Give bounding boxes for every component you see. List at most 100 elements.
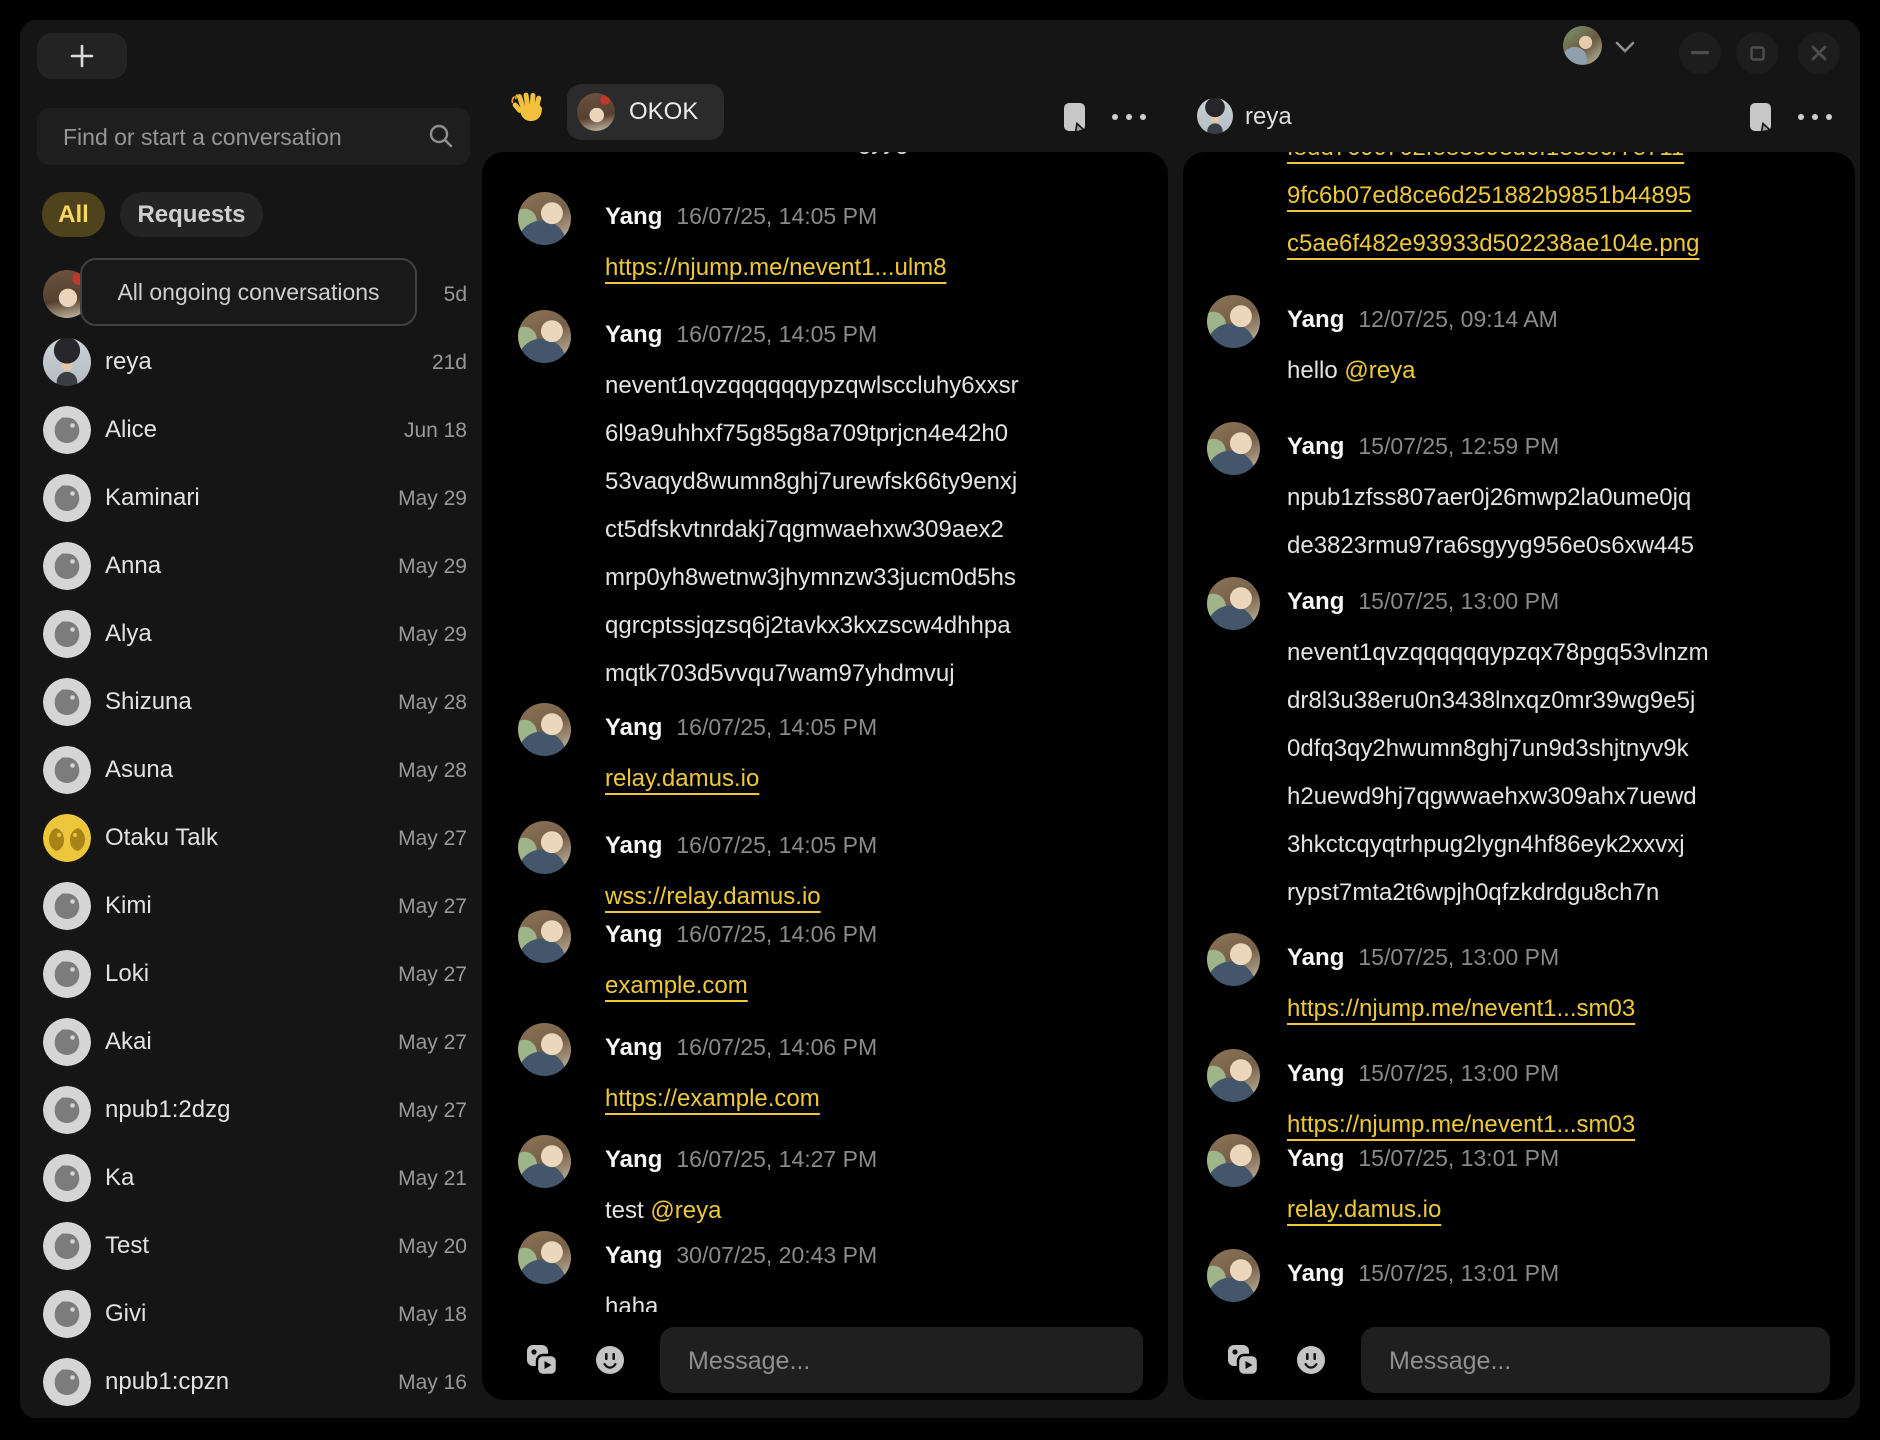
message-text: 3hkctcqyqtrhpug2lygn4hf86eyk2xxvxj [1287, 821, 1835, 869]
conversation-row[interactable]: Akai May 27 [37, 1008, 467, 1076]
conversation-name: Test [105, 1232, 149, 1260]
avatar[interactable] [518, 821, 571, 874]
message-sender: Yang [1287, 306, 1344, 333]
default-avatar-icon [43, 542, 91, 590]
message-link[interactable]: f8dd769c762fe83393d6f13386/7e711 [1287, 152, 1684, 161]
conversation-date: May 27 [398, 895, 467, 919]
avatar[interactable] [1207, 1249, 1260, 1302]
message-text: mqtk703d5vvqu7wam97yhdmvuj [605, 650, 1148, 698]
chat2-title[interactable]: reya [1245, 103, 1292, 131]
chat2-note-icon[interactable] [1749, 102, 1775, 134]
conversation-row[interactable]: Test May 20 [37, 1212, 467, 1280]
conversation-row[interactable]: Alice Jun 18 [37, 396, 467, 464]
avatar[interactable] [518, 1135, 571, 1188]
conversation-row[interactable]: Shizuna May 28 [37, 668, 467, 736]
chat1-contact-chip[interactable]: OKOK [567, 84, 724, 140]
avatar[interactable] [518, 310, 571, 363]
conversation-row[interactable]: Kimi May 27 [37, 872, 467, 940]
message-link[interactable]: https://njump.me/nevent1...sm03 [1287, 995, 1635, 1022]
conversation-row[interactable]: npub1:cpzn May 16 [37, 1348, 467, 1416]
message-text: 0dfq3qy2hwumn8ghj7un9d3shjtnyv9k [1287, 725, 1835, 773]
mention-link[interactable]: @reya [650, 1197, 721, 1224]
chat1-message-list[interactable]: gyyg Yang16/07/25, 14:05 PM https://njum… [482, 152, 1168, 1312]
message-text: nevent1qvzqqqqqqypzqx78pgq53vlnzm [1287, 629, 1835, 677]
chat2-message-input[interactable] [1387, 1327, 1808, 1395]
conversation-row[interactable]: reya 21d [37, 328, 467, 396]
message-text: npub1zfss807aer0j26mwp2la0ume0jq [1287, 474, 1835, 522]
message-link[interactable]: 9fc6b07ed8ce6d251882b9851b44895 [1287, 182, 1691, 209]
conversation-row[interactable]: Givi May 18 [37, 1280, 467, 1348]
default-avatar-icon [43, 678, 91, 726]
emoji-button[interactable] [594, 1344, 626, 1376]
conversation-name: Givi [105, 1300, 146, 1328]
message-link[interactable]: relay.damus.io [605, 765, 759, 792]
message-sender: Yang [1287, 1260, 1344, 1287]
message-sender: Yang [605, 203, 662, 230]
message-link[interactable]: https://njump.me/nevent1...ulm8 [605, 254, 947, 281]
conversation-row[interactable]: Alya May 29 [37, 600, 467, 668]
avatar[interactable] [518, 1023, 571, 1076]
search-icon [427, 122, 455, 150]
conversation-row[interactable]: Asuna May 28 [37, 736, 467, 804]
message-link[interactable]: example.com [605, 972, 748, 999]
avatar[interactable] [1207, 577, 1260, 630]
avatar[interactable] [518, 910, 571, 963]
message-link[interactable]: https://example.com [605, 1085, 820, 1112]
conversation-row[interactable]: Kaminari May 29 [37, 464, 467, 532]
conversation-name: Alice [105, 416, 157, 444]
maximize-icon [1750, 46, 1765, 61]
message: Yang16/07/25, 14:06 PM https://example.c… [518, 1023, 1148, 1123]
message-text: qgrcptssjqzsq6j2tavkx3kxzscw4dhhpa [605, 602, 1148, 650]
default-avatar-icon [43, 1290, 91, 1338]
avatar[interactable] [1207, 1134, 1260, 1187]
message-timestamp: 16/07/25, 14:27 PM [676, 1146, 877, 1172]
avatar[interactable] [518, 192, 571, 245]
chat1-more-menu-icon[interactable] [1112, 114, 1148, 124]
chat2-more-menu-icon[interactable] [1798, 114, 1834, 124]
message: Yang16/07/25, 14:05 PM relay.damus.io [518, 703, 1148, 803]
attach-media-button[interactable] [1225, 1342, 1261, 1378]
conversation-row[interactable]: Anna May 29 [37, 532, 467, 600]
avatar[interactable] [518, 703, 571, 756]
attach-media-button[interactable] [524, 1342, 560, 1378]
chevron-down-icon[interactable] [1614, 40, 1636, 54]
conversation-row[interactable]: Ka May 21 [37, 1144, 467, 1212]
chat1-note-icon[interactable] [1063, 102, 1089, 134]
filter-tab-all[interactable]: All [42, 192, 105, 237]
new-conversation-button[interactable] [37, 33, 127, 79]
message-link[interactable]: wss://relay.damus.io [605, 883, 821, 910]
emoji-button[interactable] [1295, 1344, 1327, 1376]
chat2-message-list[interactable]: f8dd769c762fe83393d6f13386/7e711 9fc6b07… [1183, 152, 1855, 1312]
message-link[interactable]: wss://relay.damus.io [1287, 1311, 1503, 1312]
message-link[interactable]: c5ae6f482e93933d502238ae104e.png [1287, 230, 1699, 257]
message-link[interactable]: relay.damus.io [1287, 1196, 1441, 1223]
chat2-contact-avatar[interactable] [1197, 98, 1233, 134]
avatar[interactable] [1207, 295, 1260, 348]
conversation-date: May 16 [398, 1371, 467, 1395]
search-input[interactable] [61, 108, 425, 167]
close-button[interactable] [1798, 32, 1840, 74]
avatar[interactable] [1207, 933, 1260, 986]
avatar[interactable] [1207, 422, 1260, 475]
conversation-name: Alya [105, 620, 152, 648]
conversation-date: May 29 [398, 555, 467, 579]
maximize-button[interactable] [1736, 32, 1778, 74]
mention-link[interactable]: @reya [1344, 357, 1415, 384]
minimize-button[interactable] [1679, 32, 1721, 74]
avatar[interactable] [518, 1231, 571, 1284]
conversation-row[interactable]: npub1:2dzg May 27 [37, 1076, 467, 1144]
message-timestamp: 15/07/25, 12:59 PM [1358, 433, 1559, 459]
conversation-name: npub1:2dzg [105, 1096, 230, 1124]
conversation-name: Kaminari [105, 484, 200, 512]
conversation-row[interactable]: Otaku Talk May 27 [37, 804, 467, 872]
filter-tab-requests[interactable]: Requests [120, 192, 263, 237]
conversation-date: May 27 [398, 1031, 467, 1055]
conversation-list[interactable]: 5d reya 21d Alice Jun 18 Kaminari May 29… [37, 260, 467, 1416]
chat1-message-input[interactable] [686, 1327, 1121, 1395]
conversation-date: 5d [444, 283, 467, 307]
message-timestamp: 15/07/25, 13:00 PM [1358, 588, 1559, 614]
conversation-date: May 28 [398, 691, 467, 715]
conversation-row[interactable]: Loki May 27 [37, 940, 467, 1008]
avatar[interactable] [1207, 1049, 1260, 1102]
account-avatar[interactable] [1563, 26, 1602, 65]
